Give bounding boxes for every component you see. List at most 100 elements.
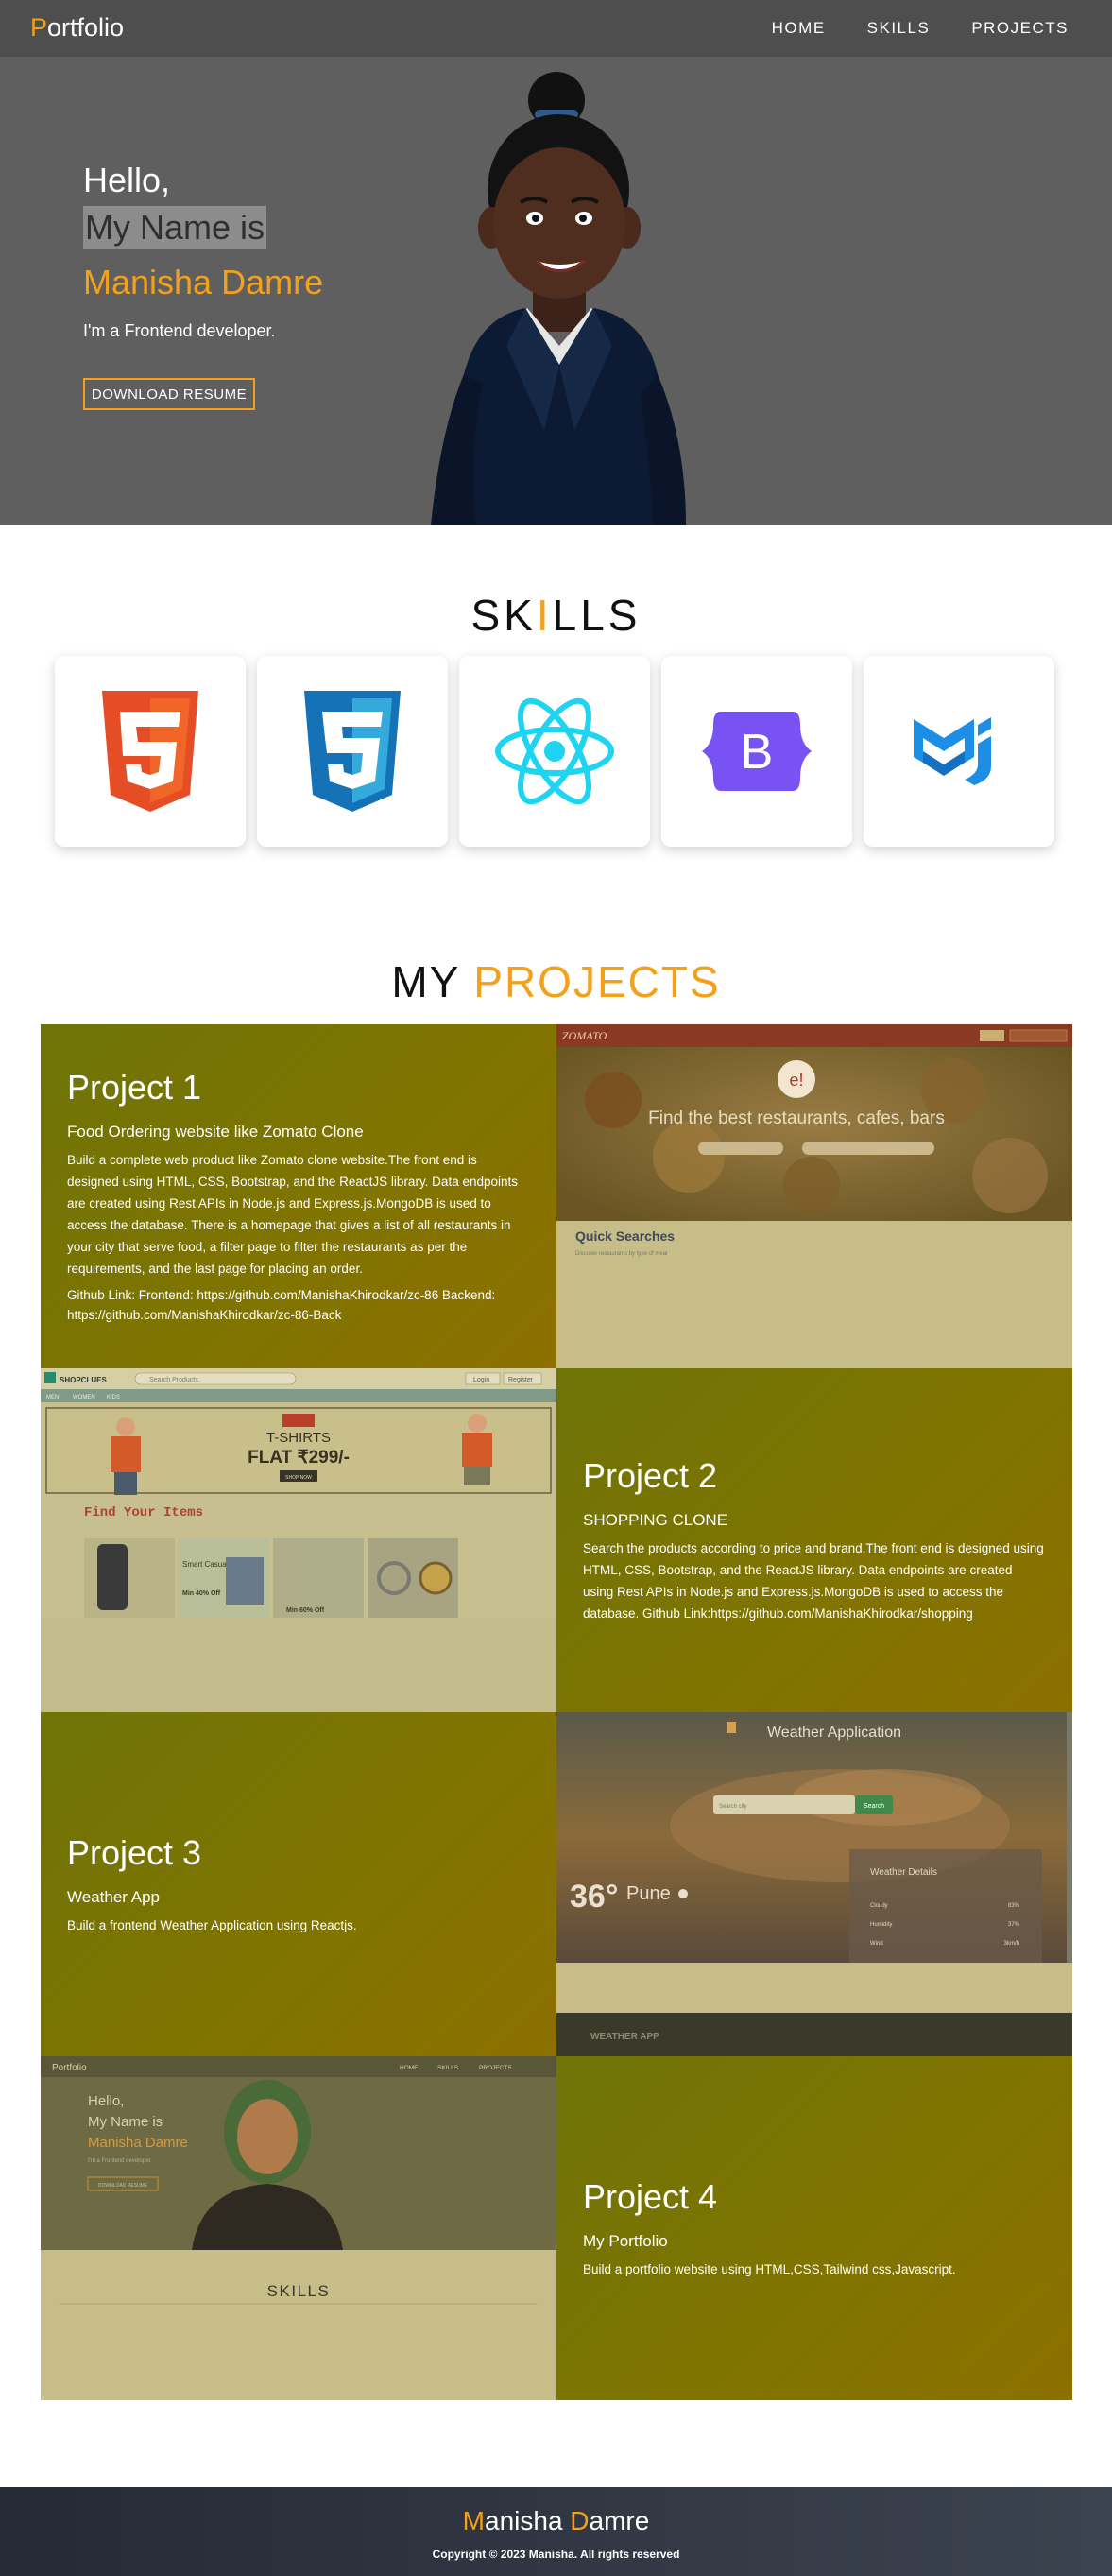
- weather-row-value: 3km/h: [1004, 1941, 1019, 1947]
- skill-card-bootstrap: B: [661, 656, 852, 847]
- hero-name-intro: My Name is: [83, 206, 267, 249]
- weather-row-value: 37%: [1008, 1922, 1020, 1928]
- shop-card1-off: Min 40% Off: [182, 1590, 221, 1597]
- shop-banner-button: SHOP NOW: [285, 1475, 312, 1481]
- nav-home-link[interactable]: HOME: [772, 19, 826, 38]
- hero-role: I'm a Frontend developer.: [83, 321, 276, 340]
- nav-projects-link[interactable]: PROJECTS: [971, 19, 1069, 38]
- brand-rest: ortfolio: [47, 13, 125, 42]
- project-1-subtitle: Food Ordering website like Zomato Clone: [67, 1123, 364, 1141]
- weather-row-value: 83%: [1008, 1903, 1020, 1909]
- projects-heading: MY PROJECTS: [0, 956, 1112, 1007]
- skill-card-material-ui: [864, 656, 1054, 847]
- project-4-info: Project 4 My Portfolio Build a portfolio…: [556, 2056, 1072, 2400]
- mini-nav-skills: SKILLS: [437, 2065, 459, 2071]
- skill-card-css3: [257, 656, 448, 847]
- weather-search-button: Search: [864, 1803, 884, 1810]
- weather-screenshot: Weather Application Search city Search 3…: [556, 1712, 1072, 2056]
- project-3-subtitle: Weather App: [67, 1887, 160, 1906]
- footer-name-initial: M: [462, 2506, 485, 2535]
- shop-logo: SHOPCLUES: [60, 1376, 107, 1384]
- zomato-quick-sub: Discover restaurants by type of meal: [575, 1251, 667, 1257]
- project-1-description: Build a complete web product like Zomato…: [67, 1153, 519, 1276]
- zomato-badge: e!: [789, 1071, 803, 1090]
- weather-row-label: Cloudy: [870, 1903, 888, 1909]
- project-2-subtitle: SHOPPING CLONE: [583, 1511, 728, 1529]
- project-2-title: Project 2: [583, 1456, 718, 1495]
- project-1-screenshot[interactable]: ZOMATO e! Find the best restaurants, caf…: [556, 1024, 1072, 1368]
- footer-name-part: anisha: [485, 2506, 571, 2535]
- project-4-screenshot[interactable]: Portfolio HOME SKILLS PROJECTS Hello, My…: [41, 2056, 556, 2400]
- skills-heading-accent: I: [536, 591, 553, 640]
- mini-name: Manisha Damre: [88, 2135, 188, 2151]
- mini-button: DOWNLOAD RESUME: [98, 2183, 148, 2189]
- skills-heading: SKILLS: [0, 590, 1112, 641]
- footer-name-initial: D: [570, 2506, 590, 2535]
- brand-first-letter: P: [30, 13, 48, 42]
- weather-city: Pune: [626, 1883, 671, 1904]
- hero-name: Manisha Damre: [83, 263, 324, 301]
- projects-heading-accent: PROJECTS: [473, 957, 721, 1006]
- project-1-info: Project 1 Food Ordering website like Zom…: [41, 1024, 556, 1368]
- shopping-screenshot: SHOPCLUES Search Products Login Register…: [41, 1368, 556, 1712]
- project-1-github-links[interactable]: Github Link: Frontend: https://github.co…: [67, 1285, 530, 1325]
- project-4-description: Build a portfolio website using HTML,CSS…: [583, 2261, 956, 2276]
- mini-name-intro: My Name is: [88, 2114, 163, 2130]
- weather-details-title: Weather Details: [870, 1867, 937, 1878]
- project-3-title: Project 3: [67, 1832, 202, 1872]
- weather-temp: 36°: [570, 1879, 618, 1915]
- project-4-title: Project 4: [583, 2176, 718, 2216]
- weather-row-label: Wind: [870, 1941, 883, 1947]
- footer-name: Manisha Damre: [0, 2506, 1112, 2536]
- navbar: Portfolio HOME SKILLS PROJECTS: [0, 0, 1112, 57]
- shop-nav-kids: KIDS: [107, 1395, 120, 1400]
- react-icon: [495, 697, 614, 805]
- material-ui-icon: [914, 717, 991, 785]
- skills-heading-part: LLS: [552, 591, 642, 640]
- zomato-logo: ZOMATO: [562, 1029, 607, 1042]
- footer: Manisha Damre Copyright © 2023 Manisha. …: [0, 2487, 1112, 2576]
- weather-footer: WEATHER APP: [590, 2032, 659, 2042]
- skill-card-html5: [55, 656, 246, 847]
- bootstrap-icon: B: [702, 712, 812, 791]
- hero-greeting: Hello,: [83, 161, 171, 199]
- project-2-info: Project 2 SHOPPING CLONE Search the prod…: [556, 1368, 1072, 1712]
- shop-login: Login: [473, 1377, 489, 1383]
- mini-brand: Portfolio: [52, 2063, 87, 2073]
- mini-nav-projects: PROJECTS: [479, 2065, 512, 2071]
- css3-icon: [304, 691, 401, 812]
- project-3-info: Project 3 Weather App Build a frontend W…: [41, 1712, 556, 2056]
- nav-menu: HOME SKILLS PROJECTS: [772, 19, 1069, 38]
- shop-find-items: Find Your Items: [84, 1505, 203, 1520]
- weather-search-input: Search city: [719, 1804, 747, 1810]
- shop-nav-women: WOMEN: [73, 1395, 95, 1400]
- shop-nav-men: MEN: [46, 1395, 59, 1400]
- project-4-subtitle: My Portfolio: [583, 2231, 668, 2250]
- shop-banner-price: FLAT ₹299/-: [248, 1448, 350, 1468]
- brand-logo[interactable]: Portfolio: [30, 13, 124, 43]
- weather-row-label: Humidity: [870, 1922, 892, 1928]
- project-2-screenshot[interactable]: SHOPCLUES Search Products Login Register…: [41, 1368, 556, 1712]
- weather-title: Weather Application: [767, 1725, 901, 1741]
- footer-copyright: Copyright © 2023 Manisha. All rights res…: [432, 2548, 680, 2561]
- project-1-title: Project 1: [67, 1068, 202, 1107]
- shop-card2-off: Min 60% Off: [286, 1607, 325, 1614]
- portfolio-screenshot: Portfolio HOME SKILLS PROJECTS Hello, My…: [41, 2056, 556, 2400]
- html5-icon: [102, 691, 198, 812]
- project-3-screenshot[interactable]: Weather Application Search city Search 3…: [556, 1712, 1072, 2056]
- download-resume-button[interactable]: DOWNLOAD RESUME: [83, 378, 255, 410]
- skills-heading-part: SK: [470, 591, 537, 640]
- mini-hello: Hello,: [88, 2093, 124, 2109]
- shop-banner-title: T-SHIRTS: [266, 1430, 331, 1446]
- project-3-description: Build a frontend Weather Application usi…: [67, 1917, 357, 1932]
- shop-register: Register: [508, 1377, 534, 1383]
- zomato-tagline: Find the best restaurants, cafes, bars: [648, 1108, 945, 1128]
- mini-role: I'm a Frontend developer.: [88, 2158, 152, 2164]
- projects-heading-part: MY: [391, 957, 460, 1006]
- footer-name-part: amre: [589, 2506, 650, 2535]
- zomato-screenshot: ZOMATO e! Find the best restaurants, caf…: [556, 1024, 1072, 1368]
- hero-section: Hello, My Name is Manisha Damre I'm a Fr…: [0, 57, 1112, 525]
- shop-search: Search Products: [149, 1377, 198, 1383]
- skill-card-react: [459, 656, 650, 847]
- nav-skills-link[interactable]: SKILLS: [867, 19, 931, 38]
